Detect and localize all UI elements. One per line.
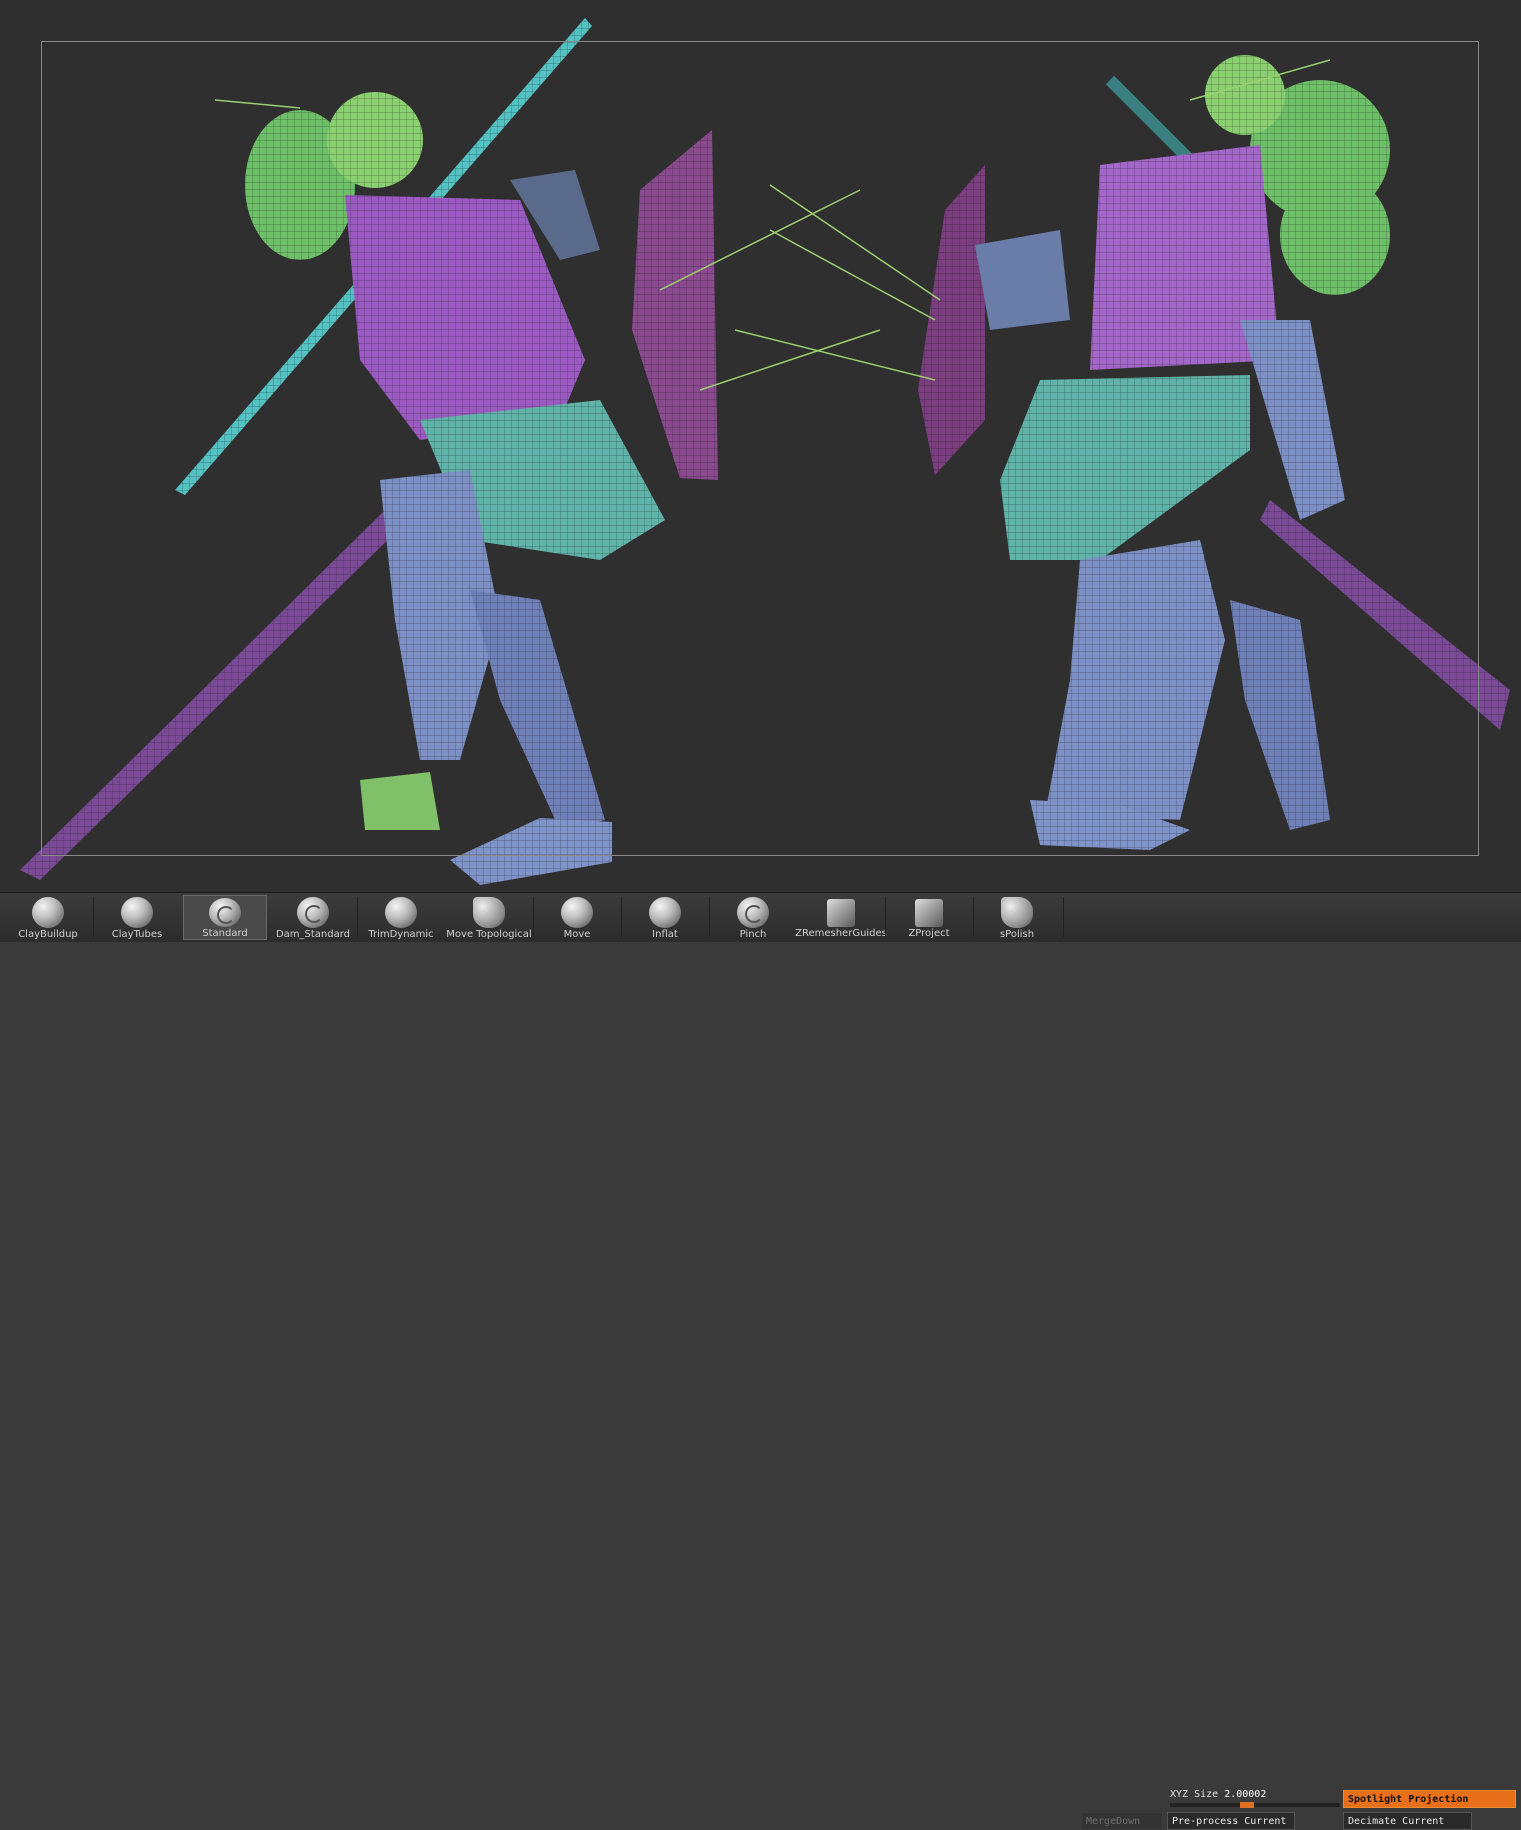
preprocess-current-button[interactable]: Pre-process Current (1167, 1812, 1295, 1830)
brush-dam-standard[interactable]: Dam_Standard (271, 895, 355, 940)
cube-icon (827, 899, 855, 927)
sphere-icon (561, 897, 593, 928)
swirl-sphere-icon (297, 897, 329, 928)
document-frame (41, 41, 1479, 856)
brush-trim-dynamic[interactable]: TrimDynamic (359, 895, 443, 940)
slider-knob[interactable] (1240, 1802, 1254, 1808)
cube-icon (915, 899, 943, 927)
brush-inflat[interactable]: Inflat (623, 895, 707, 940)
brush-label: sPolish (999, 929, 1035, 940)
brush-label: ZProject (908, 928, 950, 939)
brush-pinch[interactable]: Pinch (711, 895, 795, 940)
3d-viewport[interactable] (0, 0, 1521, 893)
brush-spolish[interactable]: sPolish (975, 895, 1059, 940)
xyz-size-label: XYZ Size (1170, 1789, 1219, 1800)
brush-label: Inflat (652, 929, 678, 940)
flat-sphere-icon (473, 897, 505, 928)
sphere-icon (385, 897, 417, 928)
brush-label: Move Topological (446, 929, 532, 940)
brush-zproject[interactable]: ZProject (887, 895, 971, 940)
brush-label: ZRemesherGuides (795, 928, 887, 939)
brush-move[interactable]: Move (535, 895, 619, 940)
brush-move-topological[interactable]: Move Topological (446, 895, 532, 940)
brush-label: Move (563, 929, 591, 940)
brush-label: ClayBuildup (18, 929, 78, 940)
sphere-icon (32, 897, 64, 928)
brush-standard[interactable]: Standard (183, 895, 267, 940)
brush-zremesher-guides[interactable]: ZRemesherGuides (795, 895, 887, 940)
flat-sphere-icon (1001, 897, 1033, 928)
brush-clay-buildup[interactable]: ClayBuildup (6, 895, 90, 940)
brush-label: ClayTubes (111, 929, 163, 940)
sphere-icon (121, 897, 153, 928)
brush-label: TrimDynamic (368, 929, 434, 940)
decimate-current-button[interactable]: Decimate Current (1343, 1812, 1472, 1830)
sphere-icon (649, 897, 681, 928)
brush-clay-tubes[interactable]: ClayTubes (95, 895, 179, 940)
swirl-sphere-icon (737, 897, 769, 928)
xyz-size-readout: XYZ Size 2.00002 (1170, 1789, 1266, 1800)
merge-down-button[interactable]: MergeDown (1081, 1812, 1163, 1830)
brush-label: Standard (202, 928, 248, 939)
swirl-sphere-icon (209, 898, 241, 927)
brush-shelf: ClayBuildup ClayTubes Standard Dam_Stand… (0, 893, 1521, 1830)
xyz-size-value: 2.00002 (1224, 1789, 1267, 1800)
brush-label: Pinch (739, 929, 767, 940)
xyz-size-slider[interactable] (1170, 1802, 1340, 1808)
spotlight-projection-button[interactable]: Spotlight Projection (1343, 1790, 1516, 1808)
brush-label: Dam_Standard (275, 929, 351, 940)
